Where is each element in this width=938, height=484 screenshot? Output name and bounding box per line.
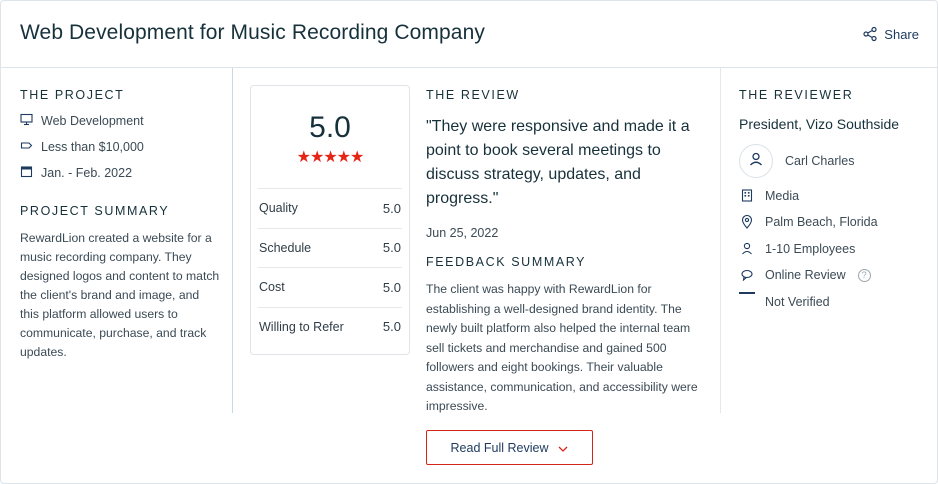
reviewer-company-size: 1-10 Employees — [739, 240, 929, 258]
rating-label: Willing to Refer — [259, 319, 344, 334]
review-column: THE REVIEW "They were responsive and mad… — [426, 88, 708, 417]
project-service: Web Development — [20, 112, 220, 130]
reviewer-review-type: Online Review ? — [739, 266, 929, 284]
rating-label: Quality — [259, 201, 298, 216]
building-icon — [739, 189, 755, 202]
share-label: Share — [884, 26, 919, 42]
project-dates-text: Jan. - Feb. 2022 — [41, 166, 133, 180]
reviewer-identity: Carl Charles — [739, 144, 929, 178]
person-icon — [748, 151, 764, 172]
reviewer-location-text: Palm Beach, Florida — [765, 215, 878, 229]
monitor-icon — [20, 113, 33, 129]
project-service-text: Web Development — [41, 114, 144, 128]
review-header: Web Development for Music Recording Comp… — [1, 1, 937, 68]
rating-breakdown: Quality 5.0 Schedule 5.0 Cost 5.0 Willin… — [258, 188, 402, 346]
rating-box: 5.0 ★★★★★ Quality 5.0 Schedule 5.0 Cost … — [250, 85, 410, 355]
project-column: THE PROJECT Web Development Less than $1… — [20, 88, 220, 362]
feedback-summary-text: The client was happy with RewardLion for… — [426, 282, 698, 413]
reviewer-industry: Media — [739, 187, 929, 205]
avatar — [739, 144, 773, 178]
rating-row-quality: Quality 5.0 — [258, 188, 402, 228]
person-icon — [739, 242, 755, 255]
calendar-icon — [20, 165, 33, 181]
project-label: THE PROJECT — [20, 88, 125, 102]
rating-value: 5.0 — [382, 279, 401, 295]
share-icon — [862, 26, 878, 42]
read-full-review-label: Read Full Review — [450, 440, 549, 455]
reviewer-verification-text: Not Verified — [765, 294, 830, 309]
rating-value: 5.0 — [382, 200, 401, 216]
reviewer-label: THE REVIEWER — [739, 88, 854, 102]
rating-row-cost: Cost 5.0 — [258, 267, 402, 307]
review-card: Web Development for Music Recording Comp… — [0, 0, 938, 484]
project-summary-label: PROJECT SUMMARY — [20, 204, 170, 218]
read-full-review-button[interactable]: Read Full Review — [426, 430, 593, 465]
rating-label: Schedule — [259, 240, 312, 255]
rating-label: Cost — [259, 280, 285, 295]
star-rating-icon: ★★★★★ — [296, 149, 365, 166]
project-dates: Jan. - Feb. 2022 — [20, 164, 220, 182]
reviewer-industry-text: Media — [765, 188, 800, 203]
share-button[interactable]: Share — [862, 25, 919, 43]
column-divider — [232, 68, 233, 413]
reviewer-verification: Not Verified — [739, 291, 929, 311]
reviewer-company-size-text: 1-10 Employees — [765, 241, 856, 256]
review-label: THE REVIEW — [426, 88, 520, 102]
rating-value: 5.0 — [382, 319, 401, 335]
feedback-summary-label: FEEDBACK SUMMARY — [426, 255, 587, 269]
project-budget: Less than $10,000 — [20, 138, 220, 156]
review-quote: "They were responsive and made it a poin… — [426, 118, 690, 207]
reviewer-name: Carl Charles — [785, 154, 855, 168]
help-icon[interactable]: ? — [857, 268, 871, 282]
project-budget-text: Less than $10,000 — [41, 140, 144, 154]
reviewer-column: THE REVIEWER President, Vizo Southside C… — [739, 88, 929, 311]
review-date: Jun 25, 2022 — [426, 226, 499, 240]
price-tag-icon — [20, 139, 33, 155]
location-pin-icon — [739, 215, 755, 229]
project-summary-text: RewardLion created a website for a music… — [20, 231, 220, 359]
review-title: Web Development for Music Recording Comp… — [20, 21, 485, 44]
chat-bubble-icon — [739, 269, 755, 281]
rating-row-schedule: Schedule 5.0 — [258, 227, 402, 268]
rating-value: 5.0 — [382, 240, 401, 256]
column-divider — [720, 68, 721, 413]
rating-row-willing-to-refer: Willing to Refer 5.0 — [258, 306, 402, 347]
reviewer-location: Palm Beach, Florida — [739, 213, 929, 231]
overall-score: 5.0 — [309, 111, 351, 144]
reviewer-position: President, Vizo Southside — [739, 116, 900, 132]
reviewer-review-type-text: Online Review — [765, 268, 846, 282]
reviewer-details: Media Palm Beach, Florida 1-10 Employees… — [739, 187, 929, 311]
chevron-down-icon — [558, 441, 568, 455]
